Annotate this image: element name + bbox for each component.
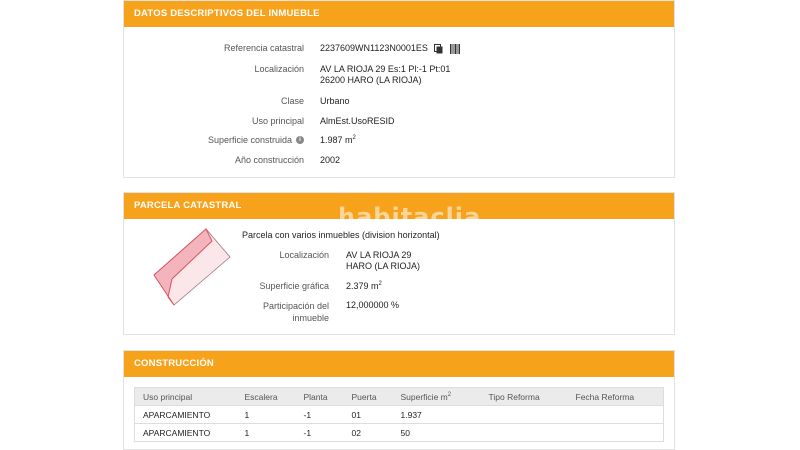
parcela-loc-line2: HARO (LA RIOJA) bbox=[346, 261, 421, 271]
parcela-loc-value: AV LA RIOJA 29 HARO (LA RIOJA) bbox=[346, 250, 420, 272]
header-puerta: Puerta bbox=[343, 387, 393, 406]
cell-planta: -1 bbox=[295, 423, 344, 442]
cell-planta: -1 bbox=[295, 405, 344, 424]
parcela-sup-text: 2.379 m bbox=[346, 281, 379, 291]
parcela-part-label: Participación del inmueble bbox=[149, 300, 329, 324]
cell-superficie: 50 bbox=[392, 423, 481, 442]
localizacion-value: AV LA RIOJA 29 Es:1 Pl:-1 Pt:01 26200 HA… bbox=[320, 64, 450, 86]
cell-uso: APARCAMIENTO bbox=[134, 423, 237, 442]
datos-descriptivos-panel: DATOS DESCRIPTIVOS DEL INMUEBLE Referenc… bbox=[123, 0, 675, 178]
barcode-icon[interactable] bbox=[449, 43, 460, 54]
cell-puerta: 02 bbox=[343, 423, 393, 442]
construccion-table: Uso principal Escalera Planta Puerta Sup… bbox=[134, 387, 664, 442]
localizacion-label: Localización bbox=[254, 64, 304, 74]
header-superficie-text: Superficie m bbox=[400, 391, 448, 402]
clase-label: Clase bbox=[280, 96, 304, 106]
referencia-text: 2237609WN1123N0001ES bbox=[320, 43, 428, 53]
copy-icon[interactable] bbox=[434, 43, 443, 54]
parcela-loc-line1: AV LA RIOJA 29 bbox=[346, 250, 412, 260]
cell-tipo-reforma bbox=[480, 405, 568, 424]
anio-label: Año construcción bbox=[234, 155, 304, 165]
parcela-part-label-2: inmueble bbox=[292, 313, 329, 323]
superficie-label: Superficie construida bbox=[207, 135, 292, 145]
construccion-title: CONSTRUCCIÓN bbox=[124, 351, 674, 377]
clase-value: Urbano bbox=[320, 96, 350, 106]
cell-fecha-reforma bbox=[567, 423, 664, 442]
superficie-text: 1.987 m bbox=[320, 135, 353, 145]
parcela-sup-value: 2.379 m2 bbox=[346, 281, 382, 291]
superficie-value: 1.987 m2 bbox=[320, 135, 356, 145]
referencia-label: Referencia catastral bbox=[223, 43, 304, 53]
header-tipo-reforma: Tipo Reforma bbox=[480, 387, 568, 406]
header-superficie-unit: 2 bbox=[447, 391, 452, 398]
parcela-desc: Parcela con varios inmuebles (division h… bbox=[242, 230, 440, 240]
parcel-map[interactable] bbox=[152, 227, 234, 309]
cell-escalera: 1 bbox=[236, 405, 296, 424]
header-fecha-reforma: Fecha Reforma bbox=[567, 387, 664, 406]
uso-label: Uso principal bbox=[251, 116, 304, 126]
anio-value: 2002 bbox=[320, 155, 341, 165]
datos-descriptivos-title: DATOS DESCRIPTIVOS DEL INMUEBLE bbox=[124, 1, 674, 27]
cell-fecha-reforma bbox=[567, 405, 664, 424]
construccion-panel: CONSTRUCCIÓN Uso principal Escalera Plan… bbox=[123, 350, 675, 450]
cell-tipo-reforma bbox=[480, 423, 568, 442]
parcela-loc-label: Localización bbox=[279, 250, 329, 260]
uso-value: AlmEst.UsoRESID bbox=[320, 116, 395, 126]
cell-puerta: 01 bbox=[343, 405, 393, 424]
table-row: APARCAMIENTO 1 -1 02 50 bbox=[134, 423, 664, 442]
watermark: habitaclia bbox=[338, 203, 482, 231]
parcela-sup-unit: 2 bbox=[378, 281, 382, 287]
table-row: APARCAMIENTO 1 -1 01 1.937 bbox=[134, 405, 664, 424]
table-header-row: Uso principal Escalera Planta Puerta Sup… bbox=[134, 387, 664, 406]
header-escalera: Escalera bbox=[236, 387, 296, 406]
parcela-part-label-1: Participación del bbox=[262, 301, 329, 311]
cell-uso: APARCAMIENTO bbox=[134, 405, 237, 424]
info-icon[interactable]: i bbox=[296, 136, 304, 144]
cell-escalera: 1 bbox=[236, 423, 296, 442]
superficie-unit: 2 bbox=[352, 135, 356, 141]
parcela-part-value: 12,000000 % bbox=[346, 300, 400, 310]
localizacion-line1: AV LA RIOJA 29 Es:1 Pl:-1 Pt:01 bbox=[320, 64, 451, 74]
parcela-sup-label: Superficie gráfica bbox=[259, 281, 329, 291]
localizacion-line2: 26200 HARO (LA RIOJA) bbox=[320, 75, 422, 85]
header-uso: Uso principal bbox=[134, 387, 237, 406]
header-superficie: Superficie m2 bbox=[392, 387, 481, 406]
referencia-value: 2237609WN1123N0001ES bbox=[320, 43, 460, 54]
cell-superficie: 1.937 bbox=[392, 405, 481, 424]
header-planta: Planta bbox=[295, 387, 344, 406]
